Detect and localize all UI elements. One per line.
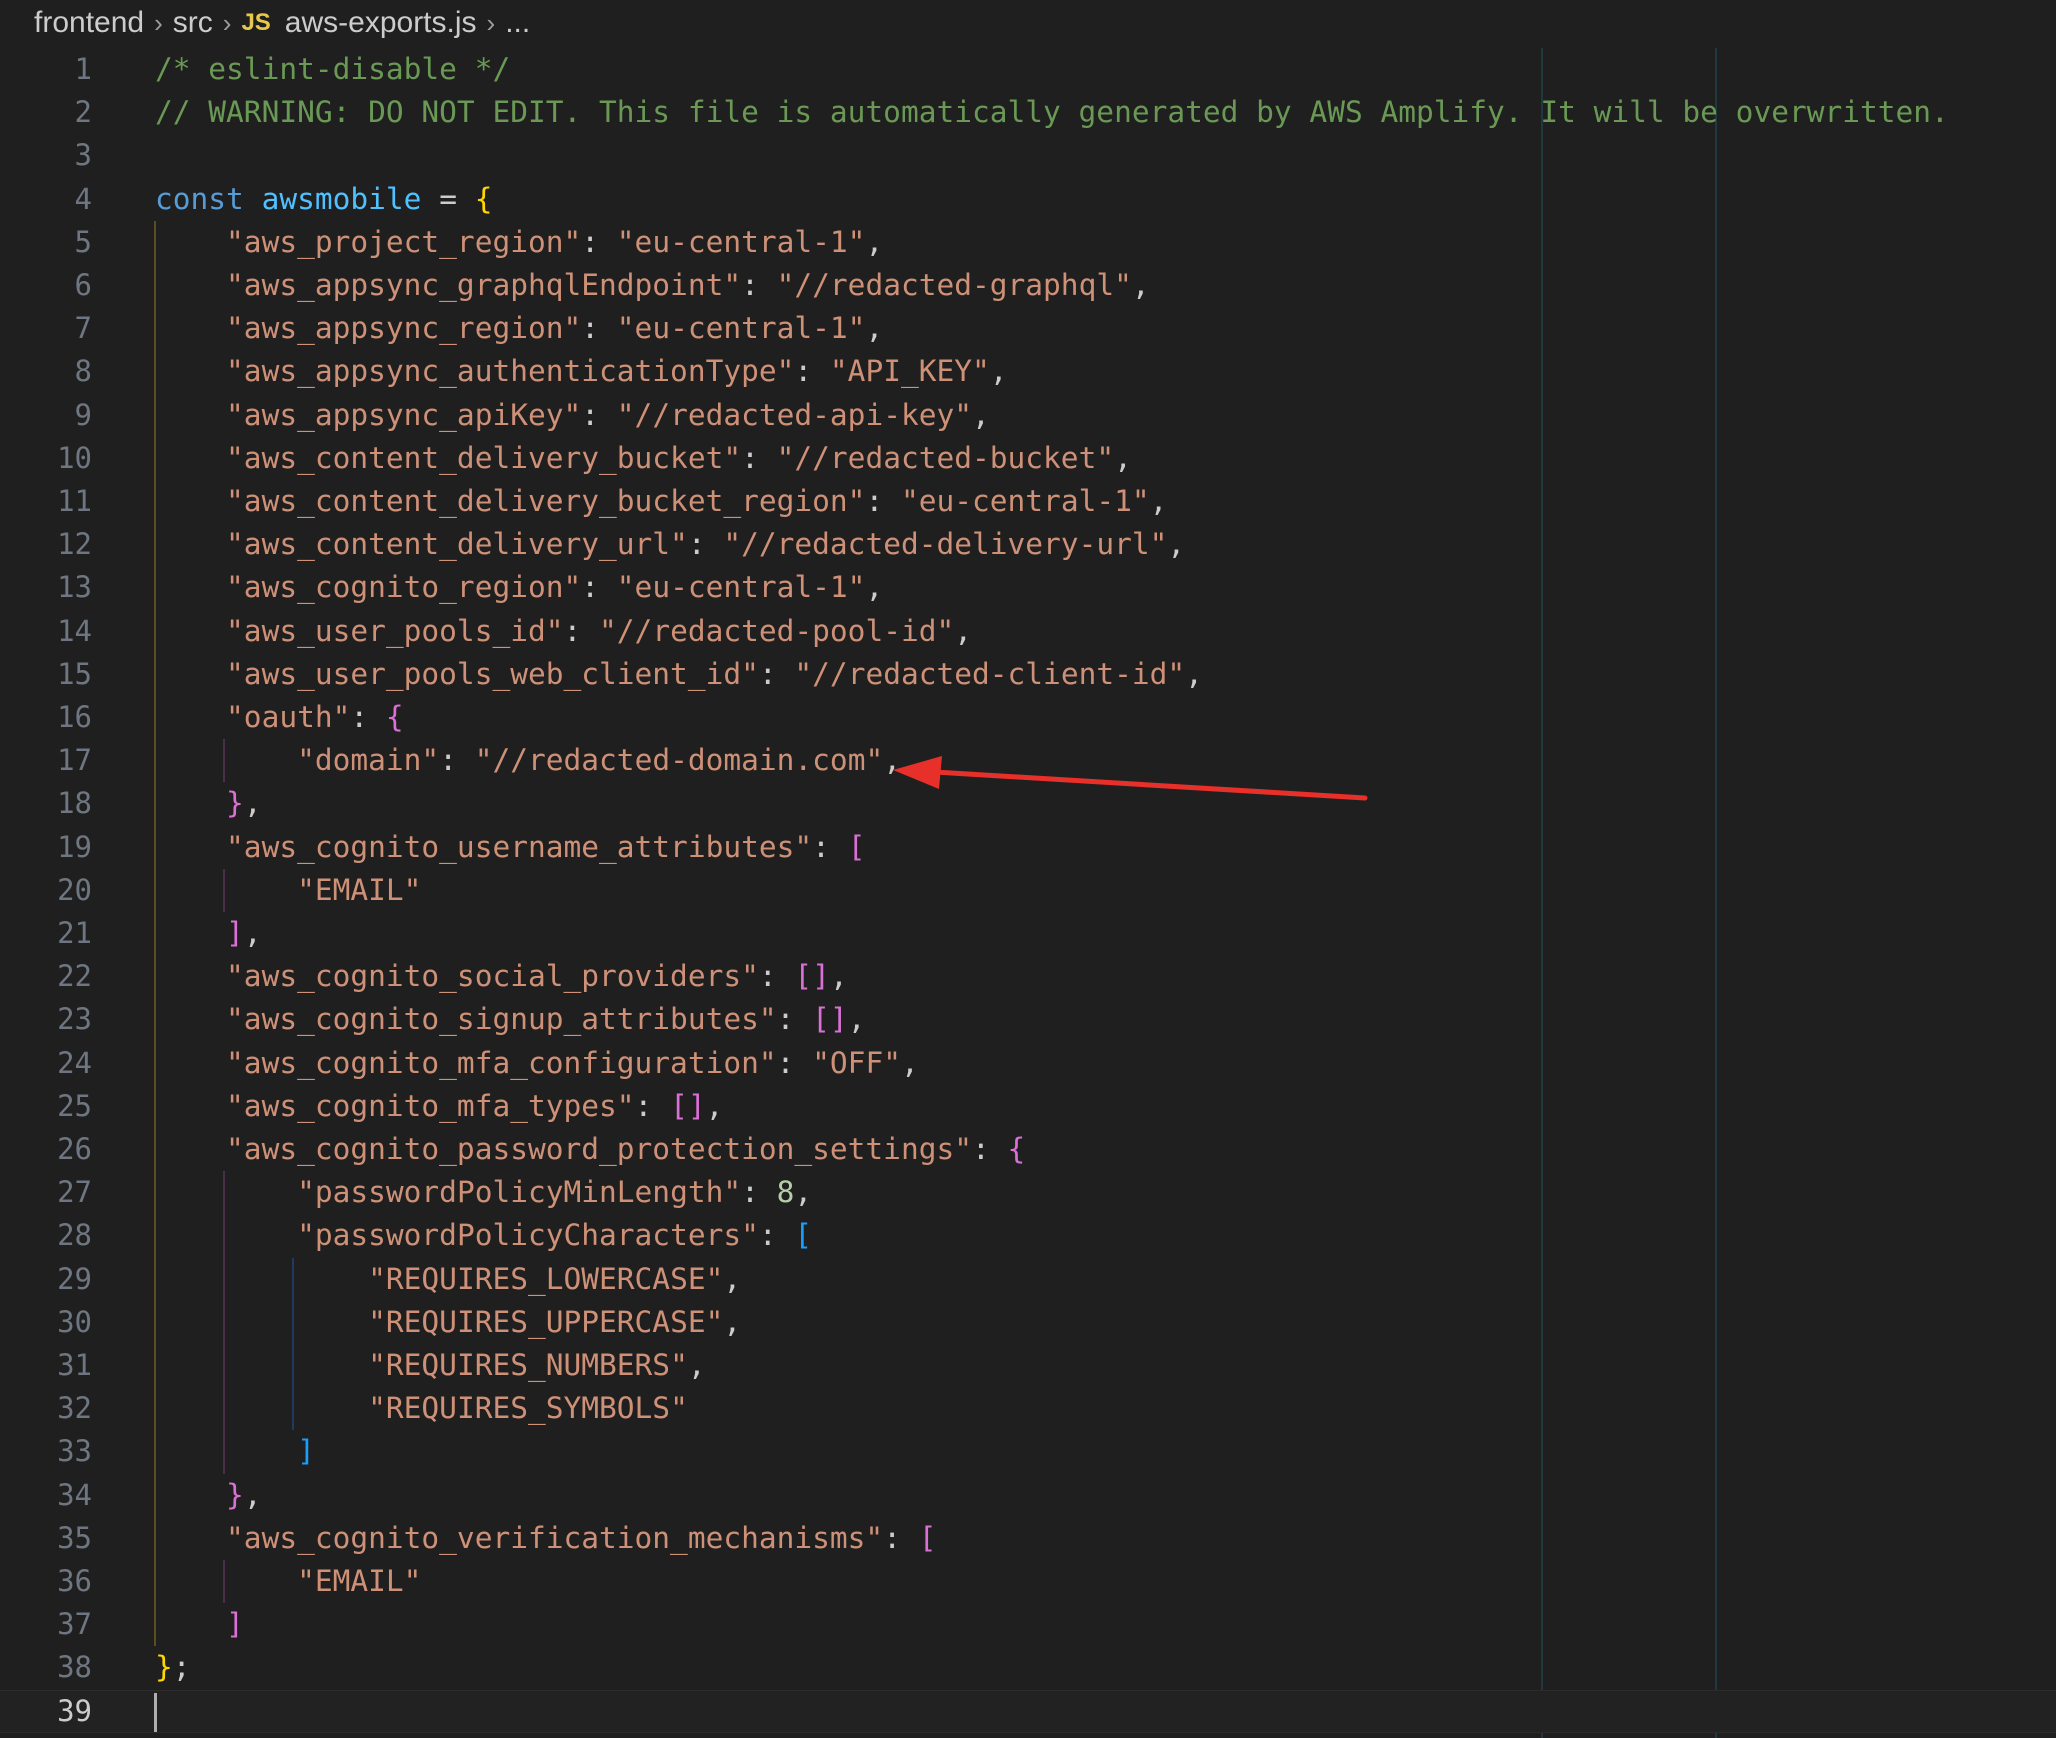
annotation-arrow: [893, 756, 1368, 801]
